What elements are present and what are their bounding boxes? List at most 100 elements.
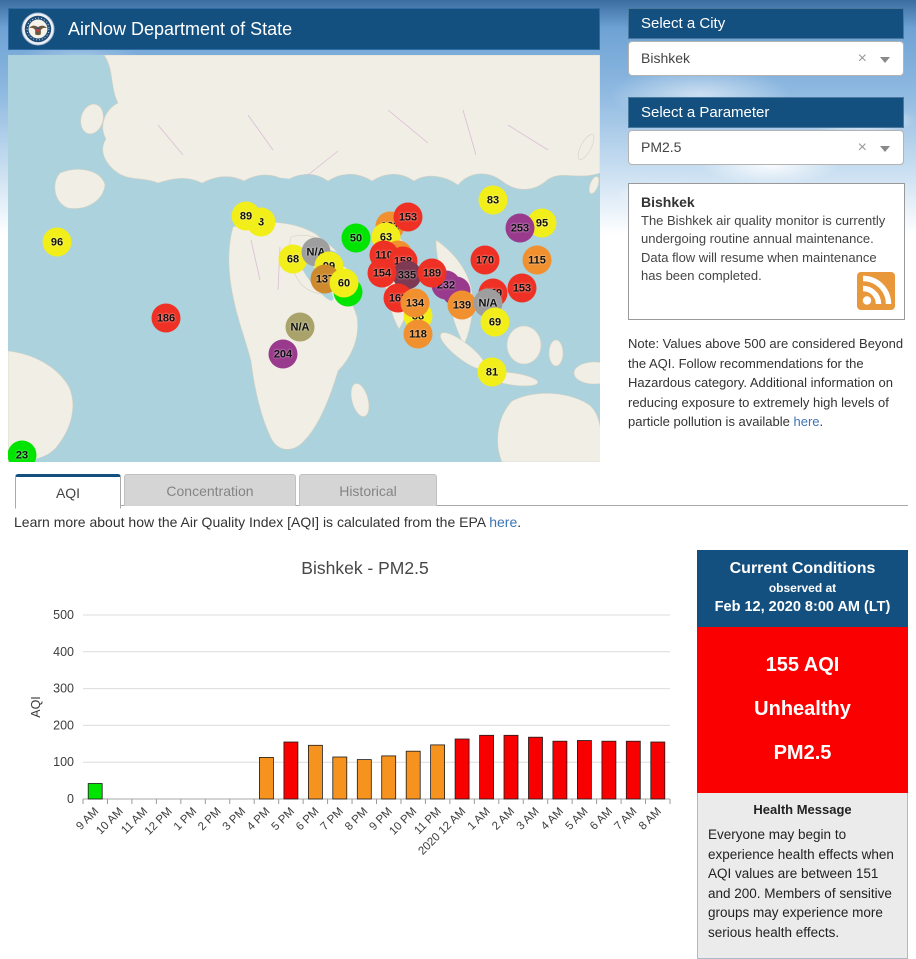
- chart-bar[interactable]: [283, 741, 299, 800]
- aqi-marker[interactable]: 154: [367, 258, 397, 288]
- aqi-marker[interactable]: 170: [470, 245, 500, 275]
- x-tick-label: 3 AM: [515, 806, 542, 833]
- chart-bar[interactable]: [650, 741, 666, 800]
- info-box-title: Bishkek: [641, 194, 695, 210]
- aqi-marker[interactable]: 204: [268, 339, 298, 369]
- aqi-marker[interactable]: 139: [447, 290, 477, 320]
- x-tick-label: 1 AM: [466, 806, 493, 833]
- chart-bar[interactable]: [381, 755, 397, 800]
- chart-bar[interactable]: [528, 736, 543, 800]
- rss-icon[interactable]: [857, 272, 895, 310]
- x-tick-label: 1 PM: [172, 806, 199, 833]
- learn-more-here-link[interactable]: here: [489, 514, 517, 530]
- learn-more-body: Learn more about how the Air Quality Ind…: [14, 514, 490, 530]
- parameter-select[interactable]: PM2.5 ×: [628, 130, 904, 165]
- city-select[interactable]: Bishkek ×: [628, 41, 904, 76]
- aqi-marker-na[interactable]: N/A: [285, 312, 315, 342]
- x-tick-label: 2 PM: [196, 806, 223, 833]
- city-info-box: Bishkek The Bishkek air quality monitor …: [628, 183, 905, 320]
- select-city-header: Select a City: [628, 8, 904, 39]
- note-period: .: [819, 414, 824, 429]
- aqi-marker[interactable]: 134: [400, 288, 430, 318]
- chart-bar[interactable]: [87, 783, 103, 800]
- note-here-link[interactable]: here: [793, 414, 819, 429]
- health-message-body: Everyone may begin to experience health …: [708, 827, 894, 940]
- aqi-marker[interactable]: 253: [505, 213, 535, 243]
- aqi-marker[interactable]: 23: [8, 440, 37, 462]
- select-parameter-header: Select a Parameter: [628, 97, 904, 128]
- info-box-body: The Bishkek air quality monitor is curre…: [641, 213, 886, 284]
- aqi-category: Unhealthy: [754, 698, 851, 720]
- tab-historical[interactable]: Historical: [299, 474, 437, 506]
- y-tick-label: 0: [67, 792, 74, 806]
- app-header: AirNow Department of State: [8, 8, 600, 50]
- chart-bar[interactable]: [479, 734, 495, 800]
- aqi-marker[interactable]: 96: [42, 227, 72, 257]
- x-tick-label: 4 PM: [245, 806, 272, 833]
- aqi-note: Note: Values above 500 are considered Be…: [628, 334, 910, 432]
- learn-more-text: Learn more about how the Air Quality Ind…: [14, 514, 521, 530]
- aqi-marker[interactable]: 189: [417, 258, 447, 288]
- y-tick-label: 100: [53, 755, 74, 769]
- x-tick-label: 5 PM: [270, 806, 297, 833]
- observed-datetime: Feb 12, 2020 8:00 AM (LT): [714, 599, 891, 615]
- aqi-marker[interactable]: 89: [231, 201, 261, 231]
- y-tick-label: 400: [53, 645, 74, 659]
- aqi-marker[interactable]: 115: [522, 245, 552, 275]
- aqi-marker[interactable]: 50: [341, 223, 371, 253]
- app-title: AirNow Department of State: [68, 18, 293, 39]
- x-tick-label: 6 AM: [588, 806, 615, 833]
- y-tick-label: 200: [53, 718, 74, 732]
- chart-bar[interactable]: [552, 740, 568, 800]
- x-tick-label: 10 AM: [94, 806, 126, 838]
- aqi-marker[interactable]: 69: [480, 307, 510, 337]
- aqi-marker[interactable]: 153: [393, 202, 423, 232]
- chart-bar[interactable]: [503, 734, 519, 800]
- chart-title: Bishkek - PM2.5: [301, 558, 428, 578]
- y-tick-label: 300: [53, 682, 74, 696]
- aqi-bar-chart[interactable]: Bishkek - PM2.5 0 100 200 300 400 500 AQI 9 AM 10…: [10, 545, 700, 858]
- learn-more-period: .: [517, 514, 522, 530]
- x-tick-label: 10 PM: [387, 806, 419, 838]
- y-tick-label: 500: [53, 608, 74, 622]
- y-axis-label: AQI: [29, 696, 43, 718]
- aqi-pollutant: PM2.5: [773, 742, 832, 764]
- x-tick-label: 12 PM: [143, 806, 175, 838]
- clear-icon[interactable]: ×: [858, 42, 867, 75]
- tab-concentration[interactable]: Concentration: [124, 474, 296, 506]
- x-tick-label: 5 AM: [563, 806, 590, 833]
- aqi-marker[interactable]: 81: [477, 357, 507, 387]
- note-text: Note: Values above 500 are considered Be…: [628, 336, 904, 429]
- chart-bar[interactable]: [625, 740, 641, 800]
- chart-bar[interactable]: [307, 744, 323, 800]
- x-tick-label: 4 AM: [539, 806, 566, 833]
- aqi-status-box: 155 AQI Unhealthy PM2.5: [697, 627, 908, 793]
- aqi-marker[interactable]: 60: [329, 268, 359, 298]
- aqi-map[interactable]: 23186N/A2049638968N/A9913760501211536310…: [8, 55, 600, 462]
- aqi-value: 155 AQI: [765, 654, 840, 676]
- chart-bar[interactable]: [356, 759, 372, 800]
- aqi-marker[interactable]: 153: [507, 273, 537, 303]
- health-message-title: Health Message: [753, 802, 852, 817]
- chart-bar[interactable]: [405, 750, 421, 800]
- current-conditions-panel: Current Conditions observed at Feb 12, 2…: [697, 550, 908, 959]
- clear-icon[interactable]: ×: [858, 131, 867, 164]
- observed-at-label: observed at: [768, 581, 837, 595]
- x-tick-label: 2 AM: [490, 806, 517, 833]
- chart-bar[interactable]: [601, 740, 617, 800]
- aqi-marker[interactable]: 83: [478, 185, 508, 215]
- chart-bar[interactable]: [454, 738, 470, 800]
- chevron-down-icon[interactable]: [880, 146, 890, 152]
- tab-aqi[interactable]: AQI: [15, 474, 121, 509]
- x-tick-label: 8 PM: [343, 806, 370, 833]
- chevron-down-icon[interactable]: [880, 57, 890, 63]
- current-conditions-header: Current Conditions observed at Feb 12, 2…: [697, 550, 908, 627]
- chart-bar[interactable]: [332, 756, 348, 800]
- aqi-marker[interactable]: 186: [151, 303, 181, 333]
- chart-bar[interactable]: [577, 740, 592, 800]
- aqi-marker[interactable]: 118: [403, 319, 433, 349]
- x-tick-label: 7 PM: [318, 806, 345, 833]
- chart-bar[interactable]: [430, 744, 446, 800]
- health-message-box: Health Message Everyone may begin to exp…: [697, 793, 908, 959]
- chart-bar[interactable]: [258, 756, 274, 800]
